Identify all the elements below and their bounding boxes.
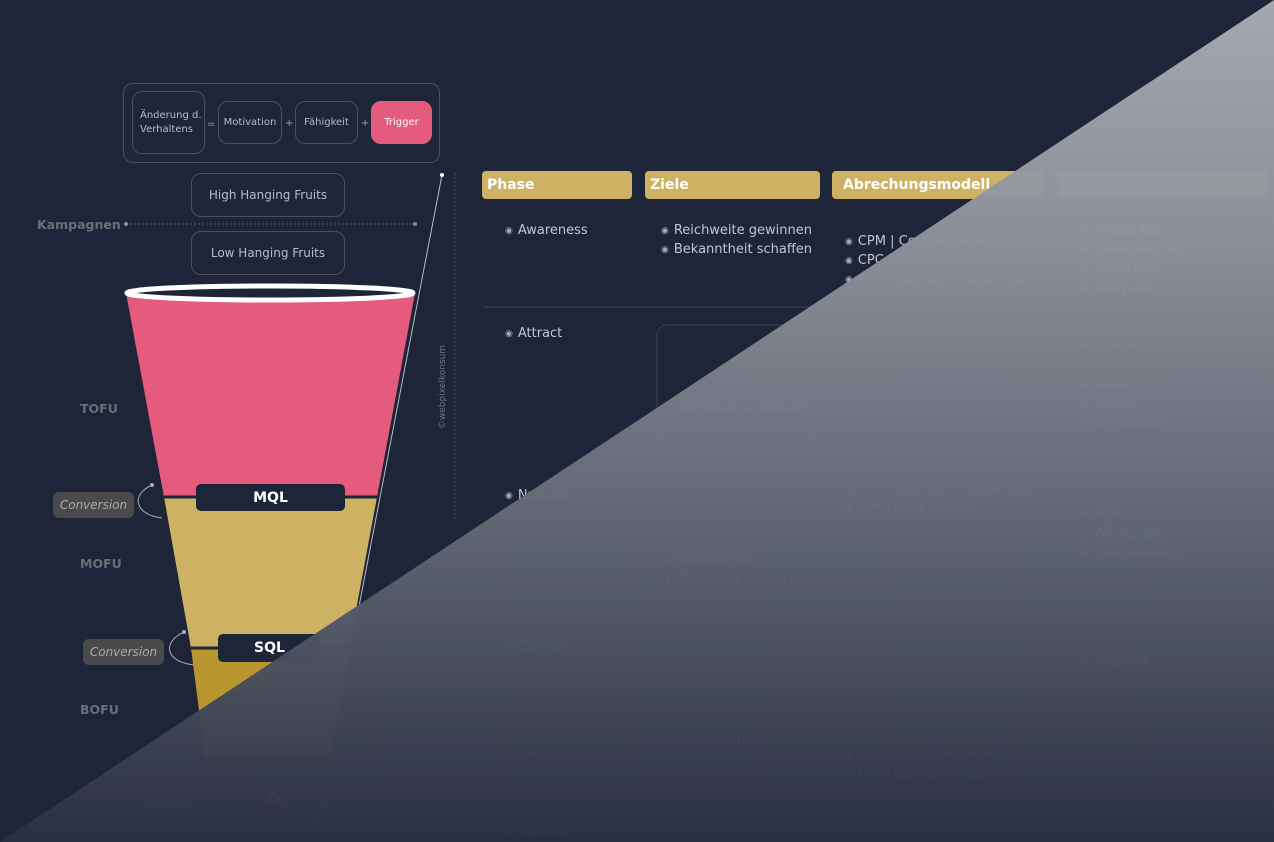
funnel-mofu bbox=[164, 497, 377, 648]
phase-advocacy: Advocacy bbox=[505, 824, 581, 839]
list-item: Image Ads bbox=[1081, 222, 1189, 241]
money-bag-icon: 💰 bbox=[263, 786, 283, 805]
phase-engage: Engage bbox=[505, 748, 567, 763]
funnel-bofu bbox=[191, 648, 349, 757]
billing-awareness: CPM | Cost per Mille CPC | Cost per Clic… bbox=[845, 233, 1027, 290]
list-item: CPC | Cost per Click bbox=[845, 252, 1027, 271]
conversion-badge-2: Conversion bbox=[83, 639, 164, 665]
header-phase: Phase bbox=[482, 171, 632, 199]
conversion-arrow-1 bbox=[137, 484, 163, 519]
goal-closing: Abschluss bbox=[706, 733, 771, 748]
list-item: Whitepaper bbox=[1081, 414, 1170, 433]
phase-awareness: Awareness bbox=[505, 223, 588, 238]
list-item: CPF | Cost per Fan bbox=[845, 499, 1037, 518]
formats-convert: Angebot bbox=[1081, 653, 1149, 672]
list-item: Story Ads bbox=[1081, 279, 1189, 298]
goals-nurture: Überzeugen Abschluss vorbereiten bbox=[664, 553, 821, 591]
header-goals: Ziele bbox=[645, 171, 820, 199]
sql-tag: SQL bbox=[218, 634, 321, 662]
funnel-rim bbox=[124, 283, 416, 303]
list-item: Abschluss vorbereiten bbox=[664, 572, 821, 591]
list-item: CPM | Cost per Mille bbox=[845, 233, 1027, 252]
list-item: Überzeugen bbox=[664, 553, 821, 572]
list-item: CPE | Cost per Engagement bbox=[845, 480, 1037, 499]
list-item: CPO | Cost per Order bbox=[845, 747, 994, 766]
list-item: CPL | Cost per Leads bbox=[845, 766, 993, 785]
list-item: Grafik bbox=[1081, 395, 1169, 414]
header-formats: Content-Formate bbox=[1057, 171, 1268, 199]
header-billing: Abrechungsmodell bbox=[832, 171, 1044, 199]
goals-awareness: Reichweite gewinnen Bekanntheit schaffen bbox=[661, 222, 812, 260]
funnel-tofu bbox=[126, 293, 415, 497]
pointer-dot bbox=[440, 173, 444, 177]
divider-dot-right bbox=[413, 222, 417, 226]
stage-label-mofu: MOFU bbox=[80, 556, 122, 571]
goal-trust: Vertrauen aufbauen bbox=[677, 402, 807, 417]
list-item: Reichweite gewinnen bbox=[661, 222, 812, 241]
list-item: Erstgespräch bbox=[1081, 544, 1179, 563]
billing-engage: CPO | Cost per Order CPL | Cost per Lead… bbox=[845, 747, 994, 785]
phase-attract: Attract bbox=[505, 326, 562, 341]
billing-nurture: CPE | Cost per Engagement CPF | Cost per… bbox=[845, 480, 1037, 518]
list-item: Bekanntheit schaffen bbox=[661, 241, 812, 260]
list-item: Dokument bbox=[1081, 357, 1169, 376]
customers-label: Kunden bbox=[141, 789, 195, 804]
list-item: Whitepaper bbox=[1081, 525, 1179, 544]
stage-label-tofu: TOFU bbox=[80, 401, 118, 416]
list-item: Angebot bbox=[1081, 653, 1149, 672]
formats-awareness: Image Ads Dokument Ads Video Ads Story A… bbox=[1081, 222, 1189, 298]
list-item: Video bbox=[1081, 376, 1169, 395]
phase-nurture: Nurture bbox=[505, 488, 568, 503]
list-item: CPV | Cost per Video-View bbox=[845, 271, 1027, 290]
list-item: Video Ads bbox=[1081, 260, 1189, 279]
mql-tag: MQL bbox=[196, 484, 345, 511]
list-item: Image bbox=[1081, 338, 1169, 357]
list-item: Dokument Ads bbox=[1081, 241, 1189, 260]
stage-label-bofu: BOFU bbox=[80, 702, 119, 717]
conversion-badge-1: Conversion bbox=[53, 492, 134, 518]
watermark: ©webpixelkonsum bbox=[438, 344, 448, 430]
divider-dot-left bbox=[124, 222, 128, 226]
formats-attract: Image Dokument Video Grafik Whitepaper bbox=[1081, 338, 1170, 433]
phase-convert: Convert bbox=[505, 639, 569, 654]
list-item: Video bbox=[1081, 506, 1179, 525]
formats-nurture: Video Whitepaper Erstgespräch bbox=[1081, 506, 1179, 563]
